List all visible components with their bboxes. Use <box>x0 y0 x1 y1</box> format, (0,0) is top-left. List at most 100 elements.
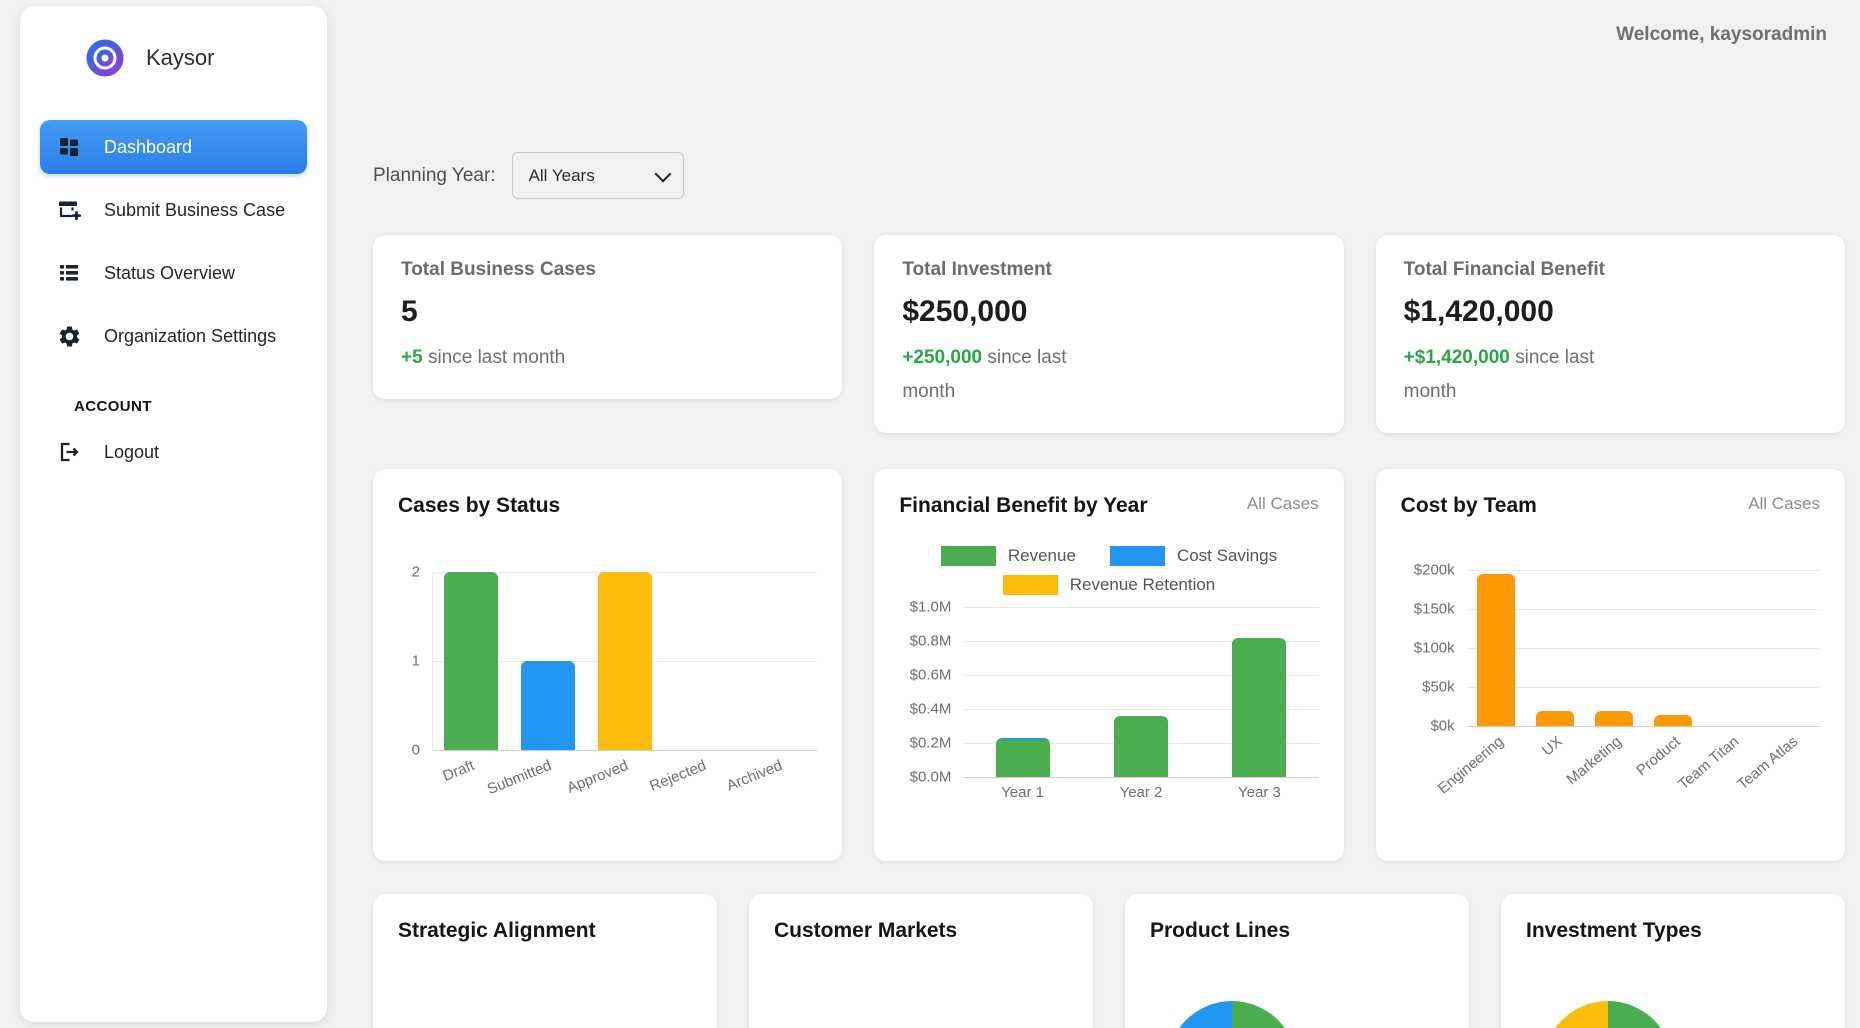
sidebar-item-submit-business-case[interactable]: Submit Business Case <box>40 183 307 237</box>
logout-icon <box>56 439 82 465</box>
legend-label: Revenue Retention <box>1070 575 1216 595</box>
chart-title: Product Lines <box>1150 919 1444 943</box>
brand: Kaysor <box>20 6 327 102</box>
stat-delta-positive: +250,000 <box>902 347 982 368</box>
card-customer-markets: Customer Markets <box>749 894 1093 1028</box>
gear-icon <box>56 323 82 349</box>
y-axis-tick: $50k <box>1422 679 1455 696</box>
card-investment-types: Investment Types <box>1501 894 1845 1028</box>
stat-card-total-business-cases: Total Business Cases 5 +5 since last mon… <box>373 235 842 399</box>
list-icon <box>56 260 82 286</box>
stat-delta: +5 since last month <box>401 341 616 375</box>
chart-legend: Revenue Cost Savings Revenue Retention <box>899 546 1318 595</box>
stat-value: $1,420,000 <box>1404 295 1817 329</box>
sidebar-item-label: Logout <box>104 442 159 463</box>
y-axis-tick: $200k <box>1414 562 1455 579</box>
y-axis-tick: $150k <box>1414 601 1455 618</box>
plot-area <box>432 572 817 750</box>
card-product-lines: Product Lines <box>1125 894 1469 1028</box>
sidebar-item-label: Dashboard <box>104 137 192 158</box>
y-axis-tick: $100k <box>1414 640 1455 657</box>
bottom-cards-row: Strategic Alignment Customer Markets Pro… <box>373 894 1845 1028</box>
store-plus-icon <box>56 197 82 223</box>
stat-delta-rest: since last month <box>423 347 566 368</box>
y-axis-tick: $1.0M <box>910 599 952 616</box>
x-axis-label: Year 3 <box>1238 784 1281 801</box>
stat-value: $250,000 <box>902 295 1315 329</box>
y-axis-tick: 0 <box>412 742 420 759</box>
stat-cards-row: Total Business Cases 5 +5 since last mon… <box>373 235 1845 433</box>
main-content: Welcome, kaysoradmin Planning Year: All … <box>327 0 1860 1028</box>
chart-card-cases-by-status: Cases by Status 210DraftSubmittedApprove… <box>373 469 842 861</box>
planning-year-select[interactable]: All Years <box>512 152 684 199</box>
bar-year-2 <box>1114 716 1168 777</box>
all-cases-link[interactable]: All Cases <box>1247 494 1319 514</box>
bar-chart-cost-by-team: $200k$150k$100k$50k$0kEngineeringUXMarke… <box>1401 570 1820 826</box>
bar-marketing <box>1595 711 1633 727</box>
all-cases-link[interactable]: All Cases <box>1748 494 1820 514</box>
bar-draft <box>444 572 498 750</box>
y-axis-tick: $0.4M <box>910 701 952 718</box>
y-axis-tick: 1 <box>412 653 420 670</box>
chart-card-cost-by-team: Cost by Team All Cases $200k$150k$100k$5… <box>1376 469 1845 861</box>
planning-year-filter: Planning Year: All Years <box>373 152 1845 199</box>
legend-swatch <box>1003 575 1058 595</box>
pie-chart <box>1543 1001 1673 1028</box>
legend-swatch <box>1110 546 1165 566</box>
sidebar-item-label: Status Overview <box>104 263 235 284</box>
y-axis-tick: $0.0M <box>910 769 952 786</box>
y-axis-tick: 2 <box>412 564 420 581</box>
bar-submitted <box>521 661 575 750</box>
legend-swatch <box>941 546 996 566</box>
pie-chart <box>1167 1001 1297 1028</box>
y-axis-tick: $0k <box>1430 718 1454 735</box>
account-section-label: ACCOUNT <box>40 372 307 425</box>
charts-row: Cases by Status 210DraftSubmittedApprove… <box>373 469 1845 861</box>
stat-title: Total Investment <box>902 259 1315 281</box>
y-axis-tick: $0.2M <box>910 735 952 752</box>
bar-product <box>1654 715 1692 727</box>
sidebar-item-dashboard[interactable]: Dashboard <box>40 120 307 174</box>
sidebar: Kaysor Dashboard <box>20 6 327 1022</box>
bar-engineering <box>1477 574 1515 726</box>
chart-title: Financial Benefit by Year <box>899 494 1147 518</box>
x-axis-label: Draft <box>440 757 477 785</box>
bar-approved <box>598 572 652 750</box>
sidebar-item-label: Submit Business Case <box>104 200 285 221</box>
sidebar-item-status-overview[interactable]: Status Overview <box>40 246 307 300</box>
legend-item: Revenue Retention <box>1003 575 1216 595</box>
stat-delta-positive: +5 <box>401 347 423 368</box>
bar-year-1 <box>996 738 1050 777</box>
chart-title: Cases by Status <box>398 494 560 518</box>
stat-card-total-financial-benefit: Total Financial Benefit $1,420,000 +$1,4… <box>1376 235 1845 433</box>
chart-title: Strategic Alignment <box>398 919 692 943</box>
sidebar-item-logout[interactable]: Logout <box>40 425 307 479</box>
x-axis-label: Year 2 <box>1120 784 1163 801</box>
sidebar-item-organization-settings[interactable]: Organization Settings <box>40 309 307 363</box>
stat-title: Total Financial Benefit <box>1404 259 1817 281</box>
chart-card-financial-benefit-by-year: Financial Benefit by Year All Cases Reve… <box>874 469 1343 861</box>
planning-year-label: Planning Year: <box>373 165 496 187</box>
plot-area <box>963 607 1318 777</box>
welcome-text: Welcome, kaysoradmin <box>1616 24 1827 46</box>
x-axis-label: Year 1 <box>1001 784 1044 801</box>
card-strategic-alignment: Strategic Alignment <box>373 894 717 1028</box>
dashboard-grid-icon <box>56 134 82 160</box>
kaysor-logo-icon <box>60 32 126 84</box>
chart-title: Investment Types <box>1526 919 1820 943</box>
x-axis-label: UX <box>1539 733 1566 759</box>
sidebar-nav: Dashboard Submit Business Case <box>20 102 327 479</box>
stat-card-total-investment: Total Investment $250,000 +250,000 since… <box>874 235 1343 433</box>
sidebar-item-label: Organization Settings <box>104 326 276 347</box>
bar-chart-financial-benefit-by-year: $1.0M$0.8M$0.6M$0.4M$0.2M$0.0MYear 1Year… <box>899 607 1318 811</box>
y-axis-tick: $0.8M <box>910 633 952 650</box>
legend-item: Revenue <box>941 546 1076 566</box>
brand-name: Kaysor <box>146 45 214 71</box>
chart-title: Customer Markets <box>774 919 1068 943</box>
bar-year-3 <box>1232 638 1286 777</box>
bar-chart-cases-by-status: 210DraftSubmittedApprovedRejectedArchive… <box>398 572 817 820</box>
bar-ux <box>1536 711 1574 727</box>
legend-label: Revenue <box>1008 546 1076 566</box>
legend-item: Cost Savings <box>1110 546 1277 566</box>
stat-title: Total Business Cases <box>401 259 814 281</box>
